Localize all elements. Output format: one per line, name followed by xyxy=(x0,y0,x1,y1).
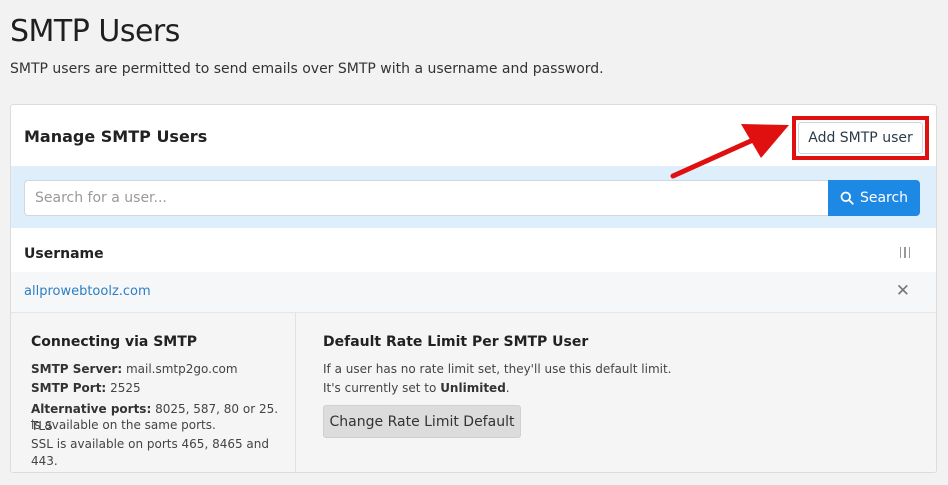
smtp-port-value: 2525 xyxy=(110,381,141,395)
info-panel: Connecting via SMTP SMTP Server: mail.sm… xyxy=(11,313,936,472)
smtp-port-line: SMTP Port: 2525 xyxy=(31,380,141,397)
manage-smtp-users-card: Manage SMTP Users Add SMTP user Search U… xyxy=(10,104,937,473)
rate-limit-line-2: It's currently set to Unlimited. xyxy=(323,380,510,397)
rate-limit-value: Unlimited xyxy=(440,381,506,395)
rate-limit-section: Default Rate Limit Per SMTP User If a us… xyxy=(297,313,936,472)
page-title: SMTP Users xyxy=(10,14,180,49)
connecting-heading: Connecting via SMTP xyxy=(31,334,198,350)
table-row: allprowebtoolz.com ✕ xyxy=(11,272,936,313)
search-button-label: Search xyxy=(859,190,909,206)
search-bar: Search xyxy=(11,166,936,228)
alt-ports-line-2: is available on the same ports. xyxy=(31,418,216,432)
connecting-section: Connecting via SMTP SMTP Server: mail.sm… xyxy=(11,313,296,472)
search-input[interactable] xyxy=(24,180,829,216)
search-button[interactable]: Search xyxy=(828,180,920,216)
rate-limit-prefix: It's currently set to xyxy=(323,381,437,395)
card-title: Manage SMTP Users xyxy=(24,127,208,146)
smtp-server-line: SMTP Server: mail.smtp2go.com xyxy=(31,361,238,378)
smtp-server-value: mail.smtp2go.com xyxy=(125,362,238,376)
smtp-port-label: SMTP Port: xyxy=(31,381,107,395)
rate-limit-suffix: . xyxy=(505,381,510,395)
search-icon xyxy=(840,191,854,205)
card-header: Manage SMTP Users Add SMTP user xyxy=(11,105,936,166)
ssl-line: SSL is available on ports 465, 8465 and … xyxy=(31,437,270,468)
alt-ports-label: Alternative ports: xyxy=(31,402,152,416)
arrow-icon xyxy=(670,124,789,179)
table-header: Username xyxy=(11,228,936,272)
add-smtp-user-button[interactable]: Add SMTP user xyxy=(798,122,923,154)
smtp-server-label: SMTP Server: xyxy=(31,362,123,376)
page-subtitle: SMTP users are permitted to send emails … xyxy=(10,61,604,77)
change-rate-limit-button[interactable]: Change Rate Limit Default xyxy=(323,405,521,438)
close-icon[interactable]: ✕ xyxy=(896,281,910,301)
rate-limit-heading: Default Rate Limit Per SMTP User xyxy=(323,334,589,350)
column-menu-icon[interactable] xyxy=(899,247,910,258)
username-link[interactable]: allprowebtoolz.com xyxy=(24,284,151,299)
rate-limit-line-1: If a user has no rate limit set, they'll… xyxy=(323,362,672,376)
column-header-username: Username xyxy=(24,246,104,262)
